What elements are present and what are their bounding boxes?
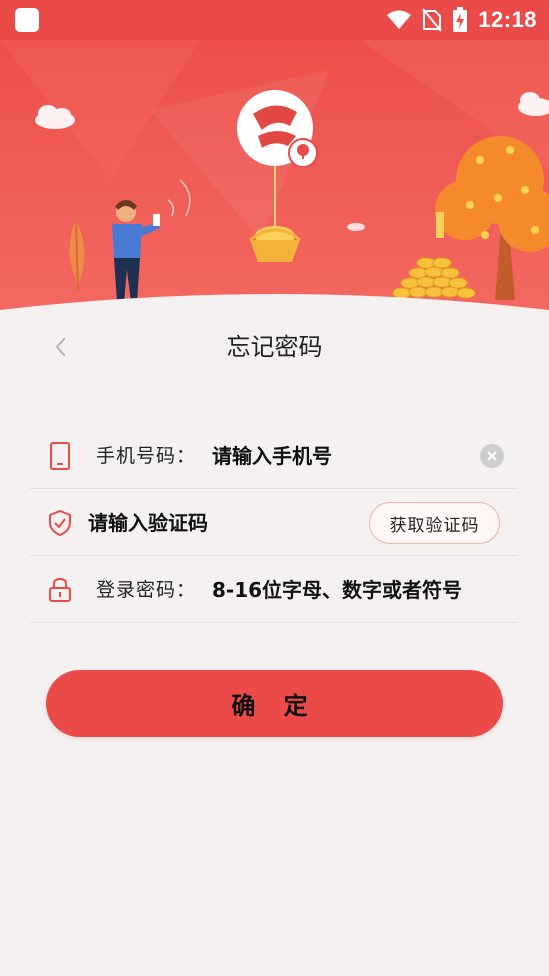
phone-input[interactable] bbox=[212, 440, 467, 472]
verification-code-input[interactable] bbox=[88, 507, 338, 539]
password-input[interactable] bbox=[212, 574, 512, 606]
phone-row: 手机号码： bbox=[30, 423, 518, 489]
get-code-button[interactable]: 获取验证码 bbox=[369, 502, 500, 544]
lock-icon bbox=[46, 575, 74, 605]
page-title: 忘记密码 bbox=[226, 333, 323, 361]
clear-icon bbox=[487, 451, 497, 461]
clear-phone-button[interactable] bbox=[480, 444, 504, 468]
status-time: 12:18 bbox=[478, 7, 537, 32]
verification-row: 获取验证码 bbox=[30, 490, 518, 556]
shield-icon bbox=[46, 508, 74, 538]
password-label: 登录密码： bbox=[96, 579, 197, 601]
wifi-icon bbox=[387, 10, 412, 29]
no-sim-icon bbox=[422, 8, 442, 32]
status-indicators: 12:18 bbox=[386, 0, 537, 40]
phone-label: 手机号码： bbox=[96, 445, 197, 467]
password-row: 登录密码： bbox=[30, 557, 518, 623]
confirm-button[interactable]: 确 定 bbox=[46, 670, 503, 737]
battery-charging-icon bbox=[453, 7, 468, 32]
hero-illustration bbox=[0, 40, 549, 330]
phone-icon bbox=[46, 441, 74, 471]
app-icon bbox=[15, 8, 39, 32]
status-bar: 12:18 bbox=[0, 0, 549, 40]
